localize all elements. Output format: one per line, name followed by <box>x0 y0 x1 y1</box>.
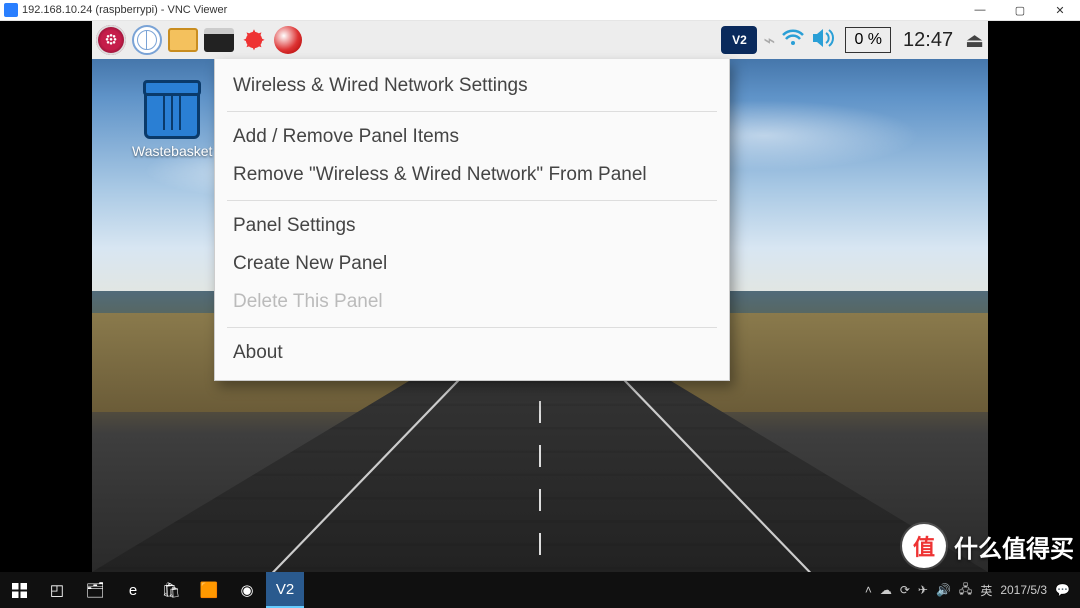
start-button[interactable] <box>0 572 38 608</box>
vnc-viewer-taskbar-icon[interactable]: V2 <box>266 572 304 608</box>
cpu-usage-indicator[interactable]: 0 % <box>845 27 891 53</box>
wifi-icon[interactable] <box>781 27 805 53</box>
vnc-server-icon[interactable]: V2 <box>721 26 757 54</box>
menu-add-remove-panel-items[interactable]: Add / Remove Panel Items <box>215 118 729 156</box>
smzdm-text: 什么值得买 <box>954 529 1074 564</box>
close-button[interactable]: ✕ <box>1040 0 1080 21</box>
vnc-app-icon <box>4 3 18 17</box>
windows-taskbar[interactable]: ◰ 🗂 e 🛍 🟧 ◉ V2 ˄ ☁ ⟳ ✈ 🔊 🖧 英 2017/5/3 💬 <box>0 572 1080 608</box>
tray-send-icon[interactable]: ✈ <box>918 583 928 597</box>
tray-ime-icon[interactable]: 英 <box>980 582 992 599</box>
tray-volume-icon[interactable]: 🔊 <box>936 583 951 597</box>
eject-icon[interactable]: ⏏ <box>965 28 984 53</box>
store-icon[interactable]: 🛍 <box>152 572 190 608</box>
menu-separator <box>227 327 717 328</box>
menu-delete-this-panel: Delete This Panel <box>215 283 729 321</box>
bluetooth-icon[interactable]: ⌁ <box>763 28 775 53</box>
tray-sync-icon[interactable]: ⟳ <box>900 583 910 597</box>
menu-about[interactable]: About <box>215 334 729 372</box>
tray-notifications-icon[interactable]: 💬 <box>1055 583 1070 597</box>
tray-cloud-icon[interactable]: ☁ <box>880 583 892 597</box>
vnc-content: V2 ⌁ 0 % 12:47 ⏏ Wastebasket Wireless & … <box>0 21 1080 572</box>
volume-icon[interactable] <box>811 25 839 56</box>
clock[interactable]: 12:47 <box>897 29 959 52</box>
menu-separator <box>227 111 717 112</box>
file-explorer-icon[interactable]: 🗂 <box>76 572 114 608</box>
vnc-title-text: 192.168.10.24 (raspberrypi) - VNC Viewer <box>22 4 227 16</box>
tray-network-icon[interactable]: 🖧 <box>959 580 972 601</box>
maximize-button[interactable]: ▢ <box>1000 0 1040 21</box>
chrome-icon[interactable]: ◉ <box>228 572 266 608</box>
app-icon-1[interactable]: 🟧 <box>190 572 228 608</box>
vnc-titlebar[interactable]: 192.168.10.24 (raspberrypi) - VNC Viewer… <box>0 0 1080 21</box>
menu-create-new-panel[interactable]: Create New Panel <box>215 245 729 283</box>
pi-top-panel[interactable]: V2 ⌁ 0 % 12:47 ⏏ <box>92 21 988 59</box>
tray-date[interactable]: 2017/5/3 <box>1000 583 1047 597</box>
wastebasket-desktop-icon[interactable]: Wastebasket <box>132 87 212 159</box>
edge-browser-icon[interactable]: e <box>114 572 152 608</box>
file-manager-icon[interactable] <box>168 28 198 52</box>
wastebasket-label: Wastebasket <box>132 143 212 159</box>
smzdm-watermark: 值 什么值得买 <box>902 524 1074 568</box>
terminal-icon[interactable] <box>204 28 234 52</box>
raspberry-pi-desktop[interactable]: V2 ⌁ 0 % 12:47 ⏏ Wastebasket Wireless & … <box>92 21 988 572</box>
app-burst-icon[interactable] <box>240 26 268 54</box>
menu-wireless-wired-settings[interactable]: Wireless & Wired Network Settings <box>215 67 729 105</box>
menu-panel-settings[interactable]: Panel Settings <box>215 207 729 245</box>
panel-context-menu: Wireless & Wired Network Settings Add / … <box>214 59 730 381</box>
app-redball-icon[interactable] <box>274 26 302 54</box>
task-view-icon[interactable]: ◰ <box>38 572 76 608</box>
system-tray[interactable]: ˄ ☁ ⟳ ✈ 🔊 🖧 英 2017/5/3 💬 <box>855 580 1080 601</box>
trash-bin-icon <box>144 87 200 139</box>
minimize-button[interactable]: — <box>960 0 1000 21</box>
smzdm-logo-icon: 值 <box>902 524 946 568</box>
raspberry-menu-icon[interactable] <box>96 25 126 55</box>
menu-separator <box>227 200 717 201</box>
vnc-viewer-window: 192.168.10.24 (raspberrypi) - VNC Viewer… <box>0 0 1080 572</box>
tray-up-icon[interactable]: ˄ <box>865 583 872 597</box>
menu-remove-from-panel[interactable]: Remove "Wireless & Wired Network" From P… <box>215 156 729 194</box>
web-browser-icon[interactable] <box>132 25 162 55</box>
